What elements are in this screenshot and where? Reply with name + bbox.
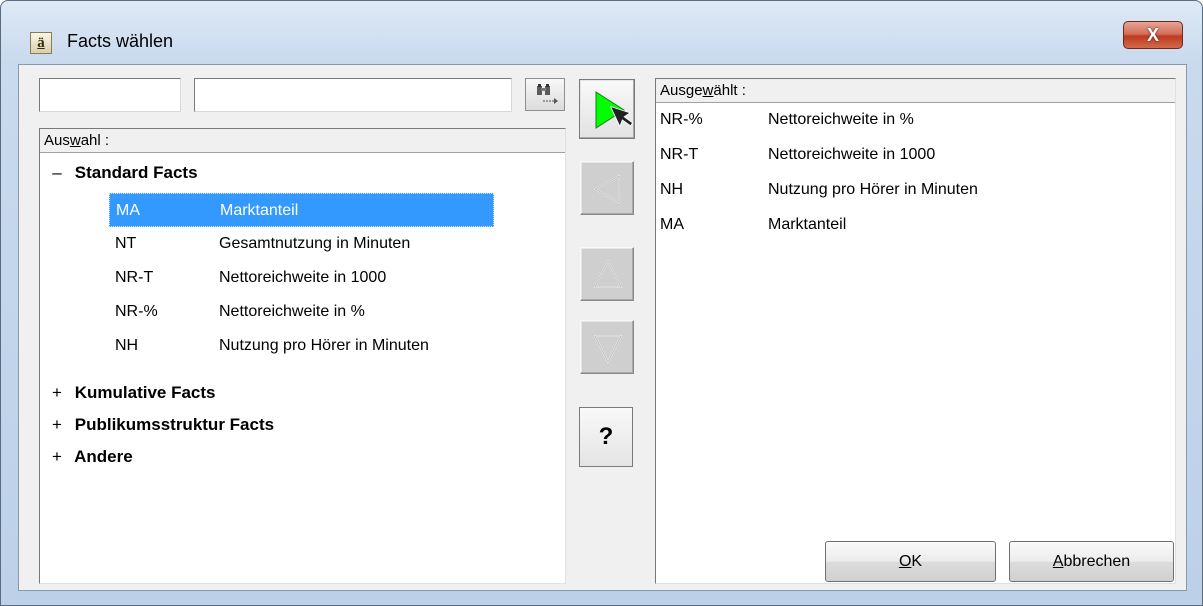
expand-icon[interactable]: +: [44, 447, 70, 467]
code-filter-input[interactable]: [39, 78, 181, 112]
list-item[interactable]: NT Gesamtnutzung in Minuten: [109, 227, 494, 261]
selected-facts-list[interactable]: Ausgewählt : NR-% Nettoreichweite in % N…: [655, 78, 1176, 584]
add-button[interactable]: [579, 79, 635, 139]
window-title: Facts wählen: [67, 31, 174, 51]
dialog-window: ä Facts wählen X Auswahl : – Standard Fa…: [0, 0, 1203, 606]
text-filter-input[interactable]: [194, 78, 512, 112]
tree-group-standard-facts[interactable]: – Standard Facts: [44, 163, 197, 183]
list-item[interactable]: NH Nutzung pro Hörer in Minuten: [109, 329, 494, 363]
close-icon: X: [1146, 25, 1159, 45]
expand-icon[interactable]: +: [44, 415, 70, 435]
selected-list-header: Ausgewählt :: [656, 79, 1175, 103]
app-icon: ä: [30, 32, 52, 54]
binoculars-icon: [537, 84, 558, 104]
list-item[interactable]: NR-% Nettoreichweite in %: [109, 295, 494, 329]
collapse-icon[interactable]: –: [44, 163, 70, 183]
arrow-up-icon: [593, 259, 623, 288]
arrow-down-icon: [593, 335, 623, 364]
list-item[interactable]: MA Marktanteil: [656, 208, 1175, 242]
list-item[interactable]: NR-T Nettoreichweite in 1000: [656, 138, 1175, 172]
tree-group-andere[interactable]: + Andere: [44, 447, 133, 467]
remove-button[interactable]: [580, 161, 634, 215]
ok-button[interactable]: OK: [825, 541, 996, 582]
available-list-header: Auswahl :: [40, 129, 565, 153]
list-item[interactable]: NR-T Nettoreichweite in 1000: [109, 261, 494, 295]
available-facts-list[interactable]: Auswahl : – Standard Facts MA Marktantei…: [39, 128, 566, 584]
list-item[interactable]: NH Nutzung pro Hörer in Minuten: [656, 173, 1175, 207]
help-button[interactable]: ?: [579, 407, 633, 467]
list-item[interactable]: NR-% Nettoreichweite in %: [656, 103, 1175, 137]
tree-group-publikumsstruktur-facts[interactable]: + Publikumsstruktur Facts: [44, 415, 274, 435]
cancel-button[interactable]: Abbrechen: [1009, 541, 1174, 582]
find-button[interactable]: [525, 78, 565, 111]
arrow-left-icon: [593, 174, 620, 204]
tree-group-kumulative-facts[interactable]: + Kumulative Facts: [44, 383, 215, 403]
play-right-icon: [595, 91, 634, 129]
close-button[interactable]: X: [1123, 21, 1183, 49]
list-item[interactable]: MA Marktanteil: [109, 193, 494, 227]
move-up-button[interactable]: [580, 247, 634, 301]
expand-icon[interactable]: +: [44, 383, 70, 403]
dialog-client-area: Auswahl : – Standard Facts MA Marktantei…: [18, 64, 1187, 591]
move-down-button[interactable]: [580, 320, 634, 374]
